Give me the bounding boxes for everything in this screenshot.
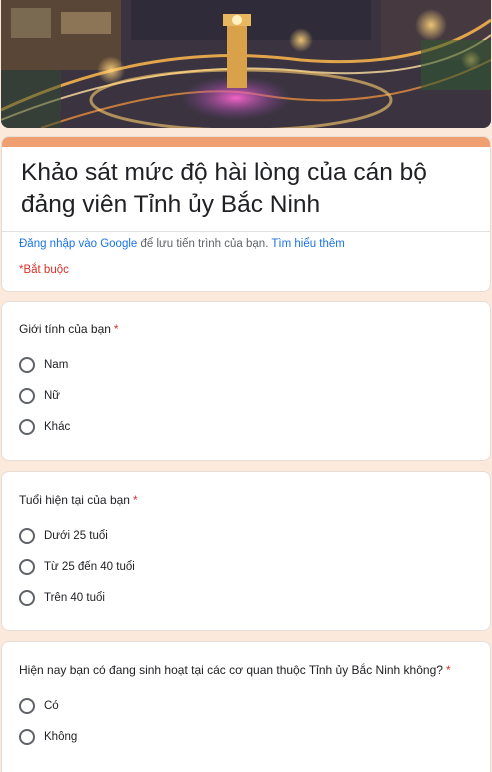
option-under-25[interactable]: Dưới 25 tuổi (19, 527, 108, 545)
option-label: Dưới 25 tuổi (44, 530, 108, 542)
form-title: Khảo sát mức độ hài lòng của cán bộ đảng… (21, 159, 427, 218)
question-title-text: Giới tính của bạn (19, 322, 111, 336)
option-label: Khác (44, 421, 71, 433)
signin-notice: Đăng nhập vào Google để lưu tiến trình c… (19, 238, 345, 250)
radio-button-icon[interactable] (19, 590, 35, 606)
radio-button-icon[interactable] (19, 698, 35, 714)
learn-more-link[interactable]: Tìm hiểu thêm (271, 238, 345, 250)
radio-button-icon[interactable] (19, 419, 35, 435)
accent-bar (2, 137, 490, 147)
option-label: Có (44, 700, 59, 712)
option-over-40[interactable]: Trên 40 tuổi (19, 589, 105, 607)
option-label: Từ 25 đến 40 tuổi (44, 561, 135, 573)
header-divider (2, 231, 490, 232)
option-khong[interactable]: Không (19, 728, 77, 746)
header-banner-image (1, 0, 491, 128)
radio-button-icon[interactable] (19, 528, 35, 544)
required-star: * (445, 663, 451, 677)
question-title-membership: Hiện nay bạn có đang sinh hoạt tại các c… (19, 663, 451, 677)
required-star: * (113, 322, 119, 336)
option-label: Nam (44, 359, 69, 371)
question-title-age: Tuổi hiện tại của bạn * (19, 493, 138, 507)
option-25-40[interactable]: Từ 25 đến 40 tuổi (19, 558, 135, 576)
radio-button-icon[interactable] (19, 388, 35, 404)
option-label: Trên 40 tuổi (44, 592, 105, 604)
option-co[interactable]: Có (19, 697, 59, 715)
option-nam[interactable]: Nam (19, 356, 68, 374)
question-card-membership (1, 641, 491, 772)
required-star: * (132, 493, 138, 507)
question-title-text: Tuổi hiện tại của bạn (19, 493, 130, 507)
radio-button-icon[interactable] (19, 729, 35, 745)
option-nu[interactable]: Nữ (19, 387, 60, 405)
night-roundabout-photo-icon (1, 0, 491, 128)
option-khac[interactable]: Khác (19, 418, 70, 436)
signin-text: để lưu tiến trình của bạn. (137, 238, 272, 250)
option-label: Nữ (44, 390, 61, 402)
form-header-card: Khảo sát mức độ hài lòng của cán bộ đảng… (1, 136, 491, 292)
option-label: Không (44, 731, 78, 743)
question-title-gender: Giới tính của bạn * (19, 322, 119, 336)
radio-button-icon[interactable] (19, 559, 35, 575)
question-title-text: Hiện nay bạn có đang sinh hoạt tại các c… (19, 663, 443, 677)
signin-link[interactable]: Đăng nhập vào Google (19, 238, 137, 250)
required-note: *Bắt buộc (19, 264, 69, 276)
radio-button-icon[interactable] (19, 357, 35, 373)
